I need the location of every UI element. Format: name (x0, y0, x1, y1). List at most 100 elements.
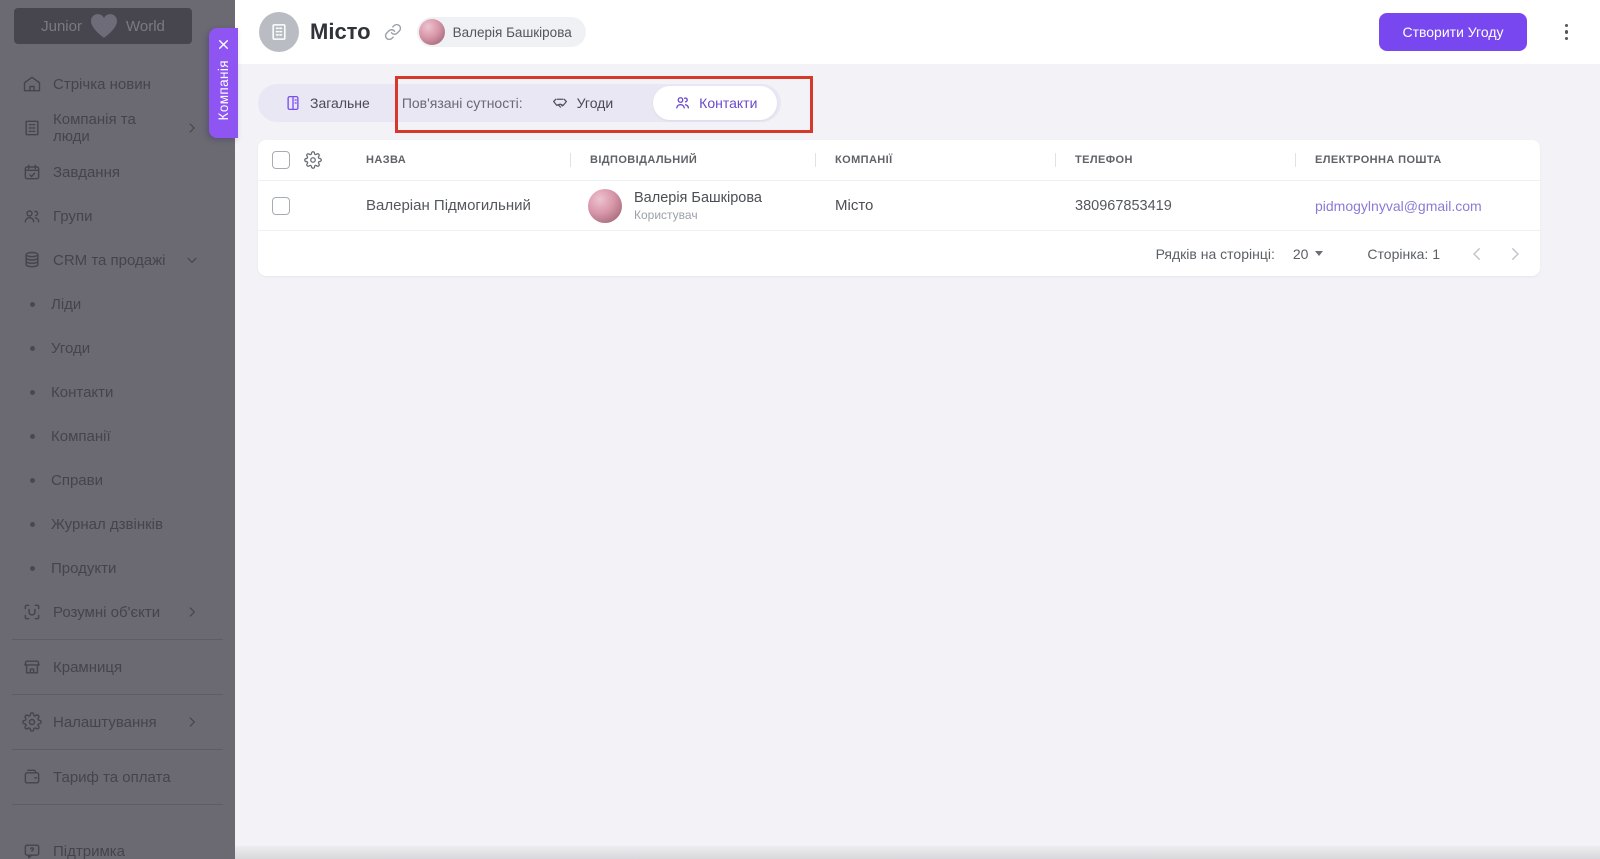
sidebar-subitem-contacts[interactable]: Контакти (0, 370, 235, 414)
sidebar-subitem-label: Справи (51, 471, 103, 489)
content-area: Загальне Пов'язані сутності: Угоди Конта… (235, 64, 1600, 859)
bullet-icon (30, 433, 35, 439)
row-checkbox[interactable] (272, 196, 290, 215)
sidebar-subitem-label: Угоди (51, 339, 91, 357)
sidebar-item-shop[interactable]: Крамниця (0, 645, 235, 689)
bullet-icon (30, 389, 35, 395)
caret-down-icon (1315, 251, 1324, 256)
sidebar-item-label: CRM та продажі (53, 251, 166, 269)
sidebar-item-tasks[interactable]: Завдання (0, 150, 235, 194)
responsible-cell: Валерія Башкірова Користувач (570, 188, 815, 223)
contact-name-cell[interactable]: Валеріан Підмогильний (346, 197, 570, 214)
email-link[interactable]: pidmogylnyval@gmail.com (1295, 198, 1540, 214)
sidebar-item-crm-sales[interactable]: CRM та продажі (0, 238, 235, 282)
company-cell: Місто (835, 197, 874, 214)
page-header: Місто Валерія Башкірова Створити Угоду (235, 0, 1600, 64)
sidebar-subitem-companies[interactable]: Компанії (0, 414, 235, 458)
sidebar-item-tariff-payment[interactable]: Тариф та оплата (0, 755, 235, 799)
sidebar-item-company-people[interactable]: Компанія та люди (0, 106, 235, 150)
kebab-menu-icon[interactable] (1561, 20, 1573, 45)
tab-deals[interactable]: Угоди (535, 84, 630, 122)
column-header-phone[interactable]: ТЕЛЕФОН (1055, 154, 1295, 166)
document-icon (287, 95, 299, 111)
horizontal-scrollbar[interactable] (235, 846, 1600, 859)
divider (12, 694, 223, 695)
column-header-email[interactable]: ЕЛЕКТРОННА ПОШТА (1295, 154, 1540, 166)
database-icon (25, 251, 39, 268)
building-icon (25, 120, 39, 136)
sidebar-item-support[interactable]: Підтримка (0, 829, 235, 859)
sidebar-item-groups[interactable]: Групи (0, 194, 235, 238)
select-all-checkbox[interactable] (272, 151, 290, 169)
tab-label: Загальне (310, 95, 370, 111)
divider (12, 804, 223, 805)
sidebar-subitem-label: Ліди (51, 295, 82, 313)
sidebar-subitem-label: Контакти (51, 383, 114, 401)
sidebar-subitem-call-log[interactable]: Журнал дзвінків (0, 502, 235, 546)
column-header-name[interactable]: НАЗВА (346, 154, 570, 166)
phone-cell: 380967853419 (1075, 197, 1172, 214)
building-icon (272, 24, 286, 40)
sidebar-item-label: Завдання (53, 163, 120, 181)
divider (12, 749, 223, 750)
divider (12, 639, 223, 640)
responsible-role: Користувач (634, 207, 698, 222)
scan-frame-icon (24, 604, 40, 620)
contacts-table: НАЗВА ВІДПОВІДАЛЬНИЙ КОМПАНІЇ ТЕЛЕФОН ЕЛ… (258, 140, 1540, 276)
bullet-icon (30, 345, 35, 351)
chevron-right-icon (189, 123, 195, 133)
tab-general[interactable]: Загальне (264, 84, 390, 122)
sidebar-item-label: Розумні об'єкти (53, 603, 161, 621)
sidebar-item-smart-objects[interactable]: Розумні об'єкти (0, 590, 235, 634)
app-logo[interactable]: Junior World (14, 8, 192, 44)
table-row[interactable]: Валеріан Підмогильний Валерія Башкірова … (258, 181, 1540, 231)
table-footer: Рядків на сторінці: 20 Сторінка: 1 (258, 231, 1540, 276)
sidebar-item-settings[interactable]: Налаштування (0, 700, 235, 744)
close-icon[interactable] (217, 38, 230, 51)
logo-text-right: World (125, 17, 165, 35)
bullet-icon (30, 301, 35, 307)
tab-label: Контакти (699, 95, 758, 111)
tab-label: Угоди (576, 95, 614, 111)
prev-page-icon[interactable] (1468, 245, 1486, 263)
link-icon[interactable] (384, 23, 402, 41)
people-icon (24, 210, 40, 223)
sidebar-subitem-products[interactable]: Продукти (0, 546, 235, 590)
drawer-tab-label: Компанія (216, 60, 231, 121)
rows-per-page-select[interactable]: 20 (1293, 246, 1324, 262)
sidebar-item-news-feed[interactable]: Стрічка новин (0, 62, 235, 106)
owner-chip[interactable]: Валерія Башкірова (416, 17, 586, 47)
avatar (418, 19, 445, 45)
sidebar: Junior World Стрічка новин Компанія та л… (0, 0, 235, 859)
wallet-icon (24, 769, 40, 784)
entity-tabs: Загальне Пов'язані сутності: Угоди Конта… (258, 84, 782, 122)
home-icon (23, 76, 41, 92)
sidebar-subitem-deals[interactable]: Угоди (0, 326, 235, 370)
rows-per-page-label: Рядків на сторінці: (1155, 245, 1275, 262)
bullet-icon (30, 521, 35, 527)
sidebar-item-label: Налаштування (53, 713, 157, 731)
sidebar-item-label: Крамниця (53, 658, 123, 676)
entity-avatar (259, 12, 299, 52)
sidebar-subitem-label: Продукти (51, 559, 117, 577)
page-indicator: Сторінка: 1 (1367, 245, 1440, 262)
tab-contacts[interactable]: Контакти (653, 86, 778, 120)
bullet-icon (30, 477, 35, 483)
chevron-right-icon (189, 607, 195, 617)
responsible-name: Валерія Башкірова (634, 189, 762, 206)
column-settings-gear-icon[interactable] (304, 151, 322, 169)
company-drawer-tab[interactable]: Компанія (209, 28, 238, 138)
chevron-right-icon (189, 717, 195, 727)
sidebar-subitem-label: Журнал дзвінків (51, 515, 163, 533)
sidebar-subitem-cases[interactable]: Справи (0, 458, 235, 502)
sidebar-nav: Стрічка новин Компанія та люди Завдання … (0, 62, 235, 859)
sidebar-subitem-label: Компанії (51, 427, 111, 445)
logo-heart-icon (90, 14, 117, 38)
create-deal-button[interactable]: Створити Угоду (1379, 13, 1527, 51)
next-page-icon[interactable] (1506, 245, 1524, 263)
storefront-icon (24, 660, 40, 674)
handshake-icon (552, 98, 567, 108)
sidebar-subitem-leads[interactable]: Ліди (0, 282, 235, 326)
column-header-company[interactable]: КОМПАНІЇ (815, 154, 1055, 166)
column-header-responsible[interactable]: ВІДПОВІДАЛЬНИЙ (570, 154, 815, 166)
